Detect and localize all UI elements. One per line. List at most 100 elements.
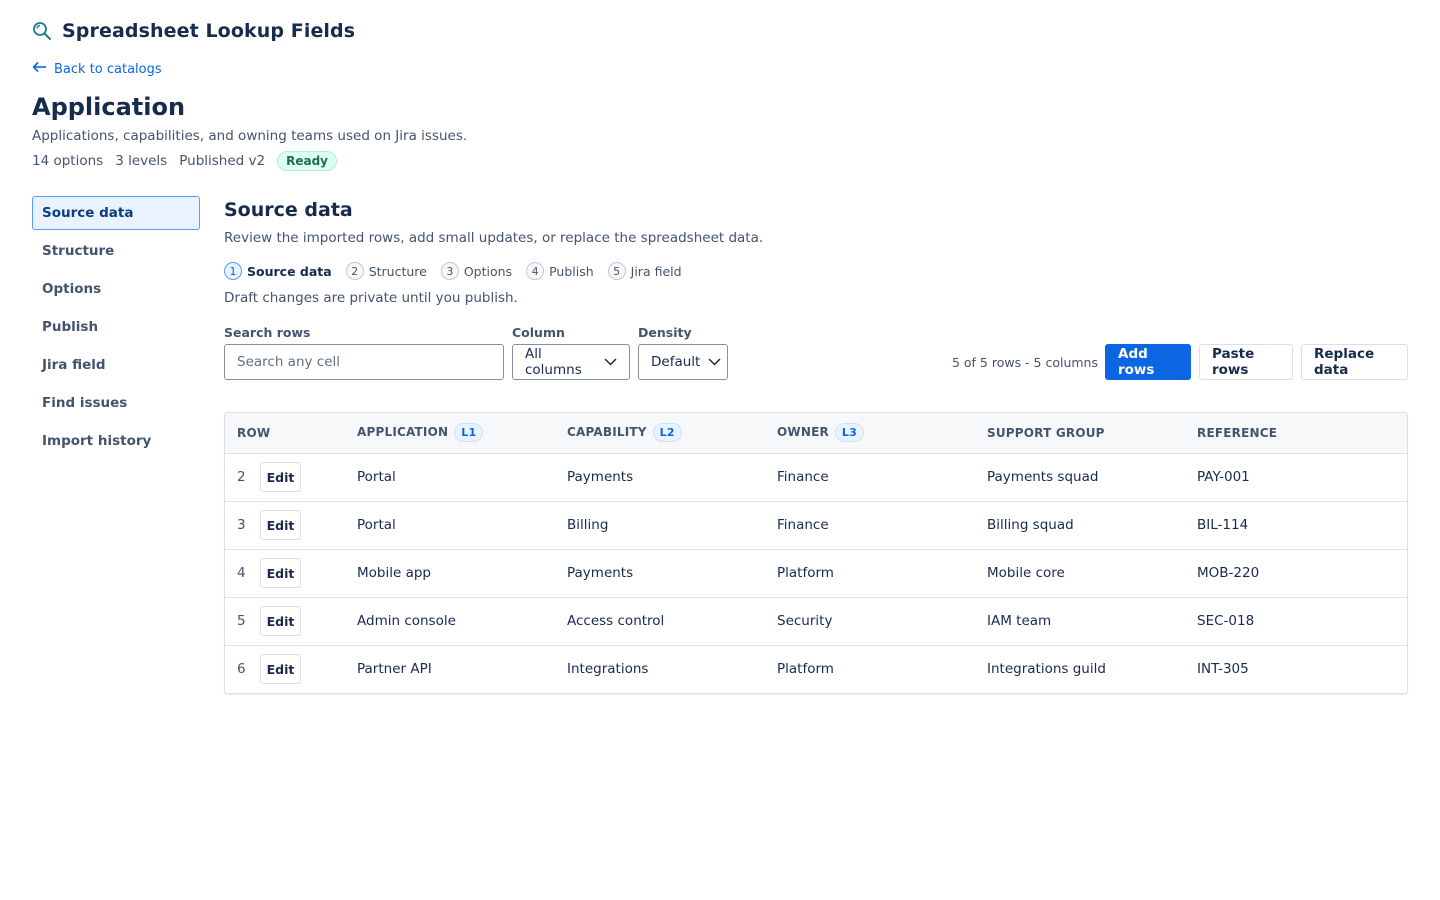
section-title: Source data [224,199,353,221]
catalog-meta: 14 options 3 levels Published v2 Ready [32,151,337,171]
cell-owner: Security [777,597,987,646]
col-header-capability[interactable]: CAPABILITY L2 [567,413,777,454]
density-label: Density [638,325,692,340]
status-badge: Ready [277,151,337,171]
column-label: Column [512,325,565,340]
row-number: 4 [237,565,246,581]
step-label: Structure [368,263,427,279]
cell-application: Portal [357,501,567,550]
table-row: 3 Edit Portal Billing Finance Billing squ… [225,501,1407,550]
draft-note: Draft changes are private until you publ… [224,290,518,306]
back-to-catalogs-link[interactable]: Back to catalogs [32,61,162,77]
sidebar-nav: Source data Structure Options Publish Ji… [32,196,200,462]
search-icon [32,21,52,41]
cell-application: Admin console [357,597,567,646]
cell-capability: Integrations [567,661,649,678]
edit-row-button[interactable]: Edit [260,654,301,685]
chevron-down-icon [604,354,617,370]
row-number: 5 [237,613,246,629]
step-number: 3 [440,262,459,280]
level-badge: L3 [834,423,864,443]
cell-capability: Access control [567,597,777,646]
cell-application: Mobile app [357,549,567,598]
back-link-label: Back to catalogs [54,61,162,77]
cell-reference: SEC-018 [1197,597,1407,646]
app-header: Spreadsheet Lookup Fields [32,20,355,42]
step-label: Options [463,263,513,279]
cell-capability: Payments [567,453,777,502]
replace-data-button[interactable]: Replace data [1301,344,1408,380]
step-number: 4 [526,262,545,280]
cell-owner: Finance [777,453,987,502]
sidebar-item-find-issues[interactable]: Find issues [32,386,200,420]
step-indicator: 1 Source data 2 Structure 3 Options 4 Pu… [224,262,696,280]
catalog-description: Applications, capabilities, and owning t… [32,128,468,144]
step-jira-field[interactable]: 5 Jira field [607,262,682,280]
row-number: 3 [237,517,246,533]
step-structure[interactable]: 2 Structure [345,262,427,280]
col-header-row: ROW [225,413,357,454]
sidebar-item-publish[interactable]: Publish [32,310,200,344]
table-row: 4 Edit Mobile app Payments Platform Mobil… [225,549,1407,598]
app-title: Spreadsheet Lookup Fields [62,20,356,42]
row-number: 2 [237,469,246,485]
sidebar-item-jira-field[interactable]: Jira field [32,348,200,382]
step-number: 2 [345,262,364,280]
edit-row-button[interactable]: Edit [260,510,301,540]
sidebar-item-import-history[interactable]: Import history [32,424,200,458]
table-row: 2 Edit Portal Payments Finance Payments s… [225,453,1407,502]
step-source-data[interactable]: 1 Source data [224,262,332,280]
page-title: Application [32,93,186,121]
cell-reference: BIL-114 [1197,501,1407,550]
step-options[interactable]: 3 Options [440,262,513,280]
section-description: Review the imported rows, add small upda… [224,230,764,246]
paste-rows-button[interactable]: Paste rows [1199,344,1293,380]
chevron-down-icon [708,354,721,370]
row-number: 6 [237,661,246,678]
cell-support-group: Mobile core [987,549,1197,598]
cell-support-group: IAM team [987,597,1197,646]
step-number: 5 [607,262,626,280]
step-number: 1 [224,262,242,280]
step-label: Source data [247,263,332,279]
column-select[interactable]: All columns [512,344,630,380]
cell-capability: Payments [567,549,777,598]
cell-reference: PAY-001 [1197,453,1407,502]
source-data-table: ROW APPLICATION L1 CAPABILITY L2 OWNER L3 S… [224,412,1408,694]
col-header-owner[interactable]: OWNER L3 [777,413,987,454]
cell-owner: Platform [777,661,834,678]
edit-row-button[interactable]: Edit [260,606,301,636]
cell-application: Partner API [357,661,432,678]
density-select-value: Default [651,354,701,370]
step-label: Publish [549,263,594,279]
cell-reference: INT-305 [1197,661,1249,678]
step-label: Jira field [630,263,682,279]
table-row: 6 Edit Partner API Integrations Platform … [225,645,1407,693]
level-badge: L2 [652,423,682,443]
col-header-support-group[interactable]: SUPPORT GROUP [987,413,1197,454]
density-select[interactable]: Default [638,344,728,380]
levels-count: 3 levels [115,153,168,169]
edit-row-button[interactable]: Edit [260,558,301,588]
step-publish[interactable]: 4 Publish [526,262,594,280]
cell-application: Portal [357,453,567,502]
arrow-left-icon [32,61,47,77]
cell-support-group: Payments squad [987,453,1197,502]
cell-support-group: Integrations guild [987,661,1106,678]
cell-owner: Platform [777,549,987,598]
sidebar-item-structure[interactable]: Structure [32,234,200,268]
search-rows-input[interactable] [224,344,504,380]
cell-reference: MOB-220 [1197,549,1407,598]
col-header-application[interactable]: APPLICATION L1 [357,413,567,454]
col-header-reference[interactable]: REFERENCE [1197,413,1407,454]
add-rows-button[interactable]: Add rows [1105,344,1191,380]
cell-support-group: Billing squad [987,501,1197,550]
table-row: 5 Edit Admin console Access control Secur… [225,597,1407,646]
sidebar-item-options[interactable]: Options [32,272,200,306]
table-header-row: ROW APPLICATION L1 CAPABILITY L2 OWNER L3 S… [225,413,1407,454]
sidebar-item-source-data[interactable]: Source data [32,196,200,230]
published-version: Published v2 [179,153,266,169]
edit-row-button[interactable]: Edit [260,462,301,492]
cell-capability: Billing [567,501,777,550]
level-badge: L1 [454,423,484,443]
